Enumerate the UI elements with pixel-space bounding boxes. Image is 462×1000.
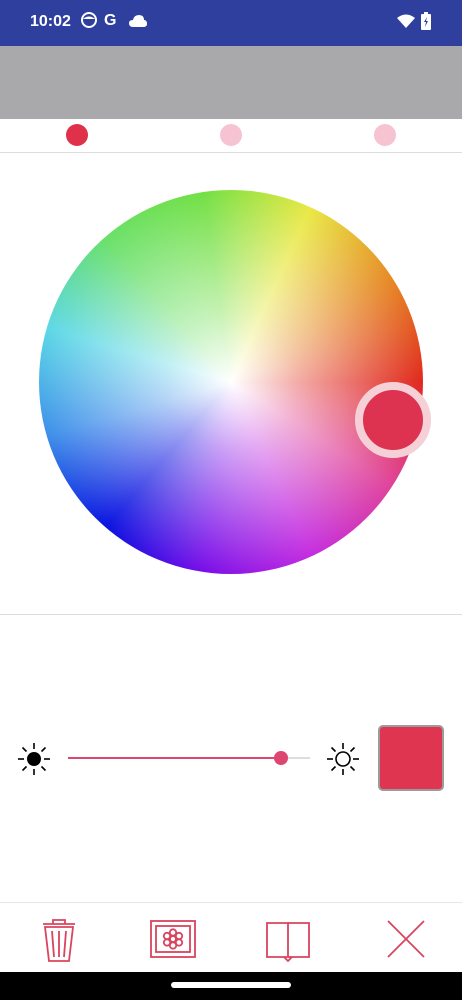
page-dot-3[interactable] xyxy=(374,124,396,146)
page-dot-2[interactable] xyxy=(220,124,242,146)
book-icon[interactable] xyxy=(264,915,314,963)
cloud-icon xyxy=(128,14,148,33)
trash-icon[interactable] xyxy=(35,915,85,963)
color-wheel-handle[interactable] xyxy=(355,382,431,458)
home-pill[interactable] xyxy=(171,982,291,988)
page-dot-1[interactable] xyxy=(66,124,88,146)
status-bar: 10:02 G xyxy=(0,0,462,46)
brightness-slider[interactable] xyxy=(68,751,310,765)
google-icon: G xyxy=(104,12,117,29)
toolbar-band xyxy=(0,46,462,119)
close-icon[interactable] xyxy=(382,915,432,963)
brightness-row xyxy=(0,720,462,800)
color-wheel-area xyxy=(0,153,462,615)
battery-icon xyxy=(421,12,431,35)
status-time: 10:02 xyxy=(30,13,71,30)
brightness-slider-fill xyxy=(68,757,281,759)
bottom-toolbar xyxy=(0,902,462,973)
picture-frame-icon[interactable] xyxy=(149,915,199,963)
wifi-icon xyxy=(396,13,416,34)
sun-light-icon xyxy=(326,742,360,781)
color-preview-swatch[interactable] xyxy=(378,725,444,791)
sun-dark-icon xyxy=(17,742,51,781)
brightness-slider-thumb[interactable] xyxy=(273,751,288,765)
color-wheel[interactable] xyxy=(39,190,423,574)
system-nav-bar xyxy=(0,972,462,1000)
face-icon xyxy=(80,11,98,34)
page-indicator xyxy=(0,119,462,153)
